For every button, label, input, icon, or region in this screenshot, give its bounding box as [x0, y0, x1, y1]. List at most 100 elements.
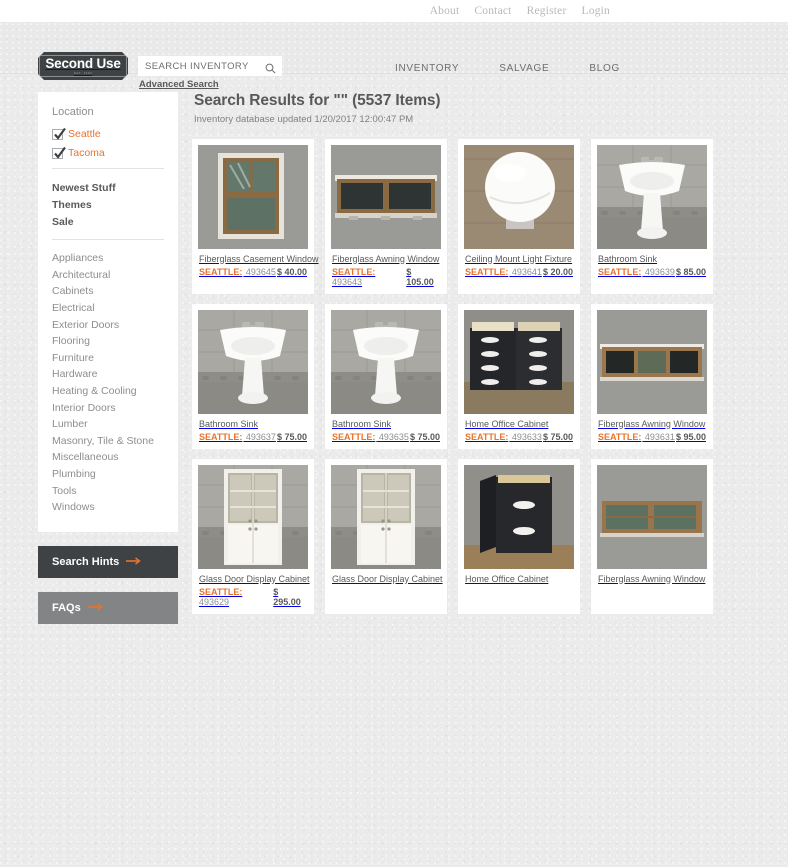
search-box[interactable]	[138, 56, 282, 76]
product-sku: 493637	[243, 432, 276, 442]
top-utility-bar: About Contact Register Login	[0, 0, 788, 22]
product-meta	[332, 587, 440, 597]
database-updated-text: Inventory database updated 1/20/2017 12:…	[194, 114, 414, 125]
product-city: SEATTLE:	[598, 267, 642, 277]
logo-subtext: EST. 1994	[73, 71, 93, 75]
sidebar-item-tools[interactable]: Tools	[38, 482, 178, 499]
product-sku: 493641	[509, 267, 542, 277]
sidebar-item-sale[interactable]: Sale	[38, 213, 178, 230]
product-card[interactable]: Bathroom Sink SEATTLE: 493635 $ 75.00	[325, 304, 447, 449]
sidebar-item-interior-doors[interactable]: Interior Doors	[38, 399, 178, 416]
product-meta: SEATTLE: 493641 $ 20.00	[465, 267, 573, 277]
check-icon	[54, 127, 66, 140]
sidebar-item-lumber[interactable]: Lumber	[38, 416, 178, 433]
product-location-sku	[332, 587, 333, 597]
product-card[interactable]: Home Office Cabinet	[458, 459, 580, 614]
checkbox-seattle[interactable]	[52, 127, 66, 140]
product-card[interactable]: Glass Door Display Cabinet SEATTLE: 4936…	[192, 459, 314, 614]
sidebar: Location Seattle Tacoma Newest Stuff The…	[38, 92, 178, 624]
site-logo[interactable]: Second Use EST. 1994	[38, 52, 128, 80]
product-card[interactable]: Bathroom Sink SEATTLE: 493637 $ 75.00	[192, 304, 314, 449]
product-title: Home Office Cabinet	[465, 574, 549, 584]
product-sku: 493631	[642, 432, 675, 442]
search-input[interactable]	[145, 60, 255, 72]
product-image	[198, 310, 308, 414]
product-image	[331, 465, 441, 569]
product-card[interactable]: Fiberglass Awning Window SEATTLE: 493631…	[591, 304, 713, 449]
product-image	[331, 310, 441, 414]
sidebar-item-themes[interactable]: Themes	[38, 196, 178, 213]
topnav-item-contact[interactable]: Contact	[474, 5, 511, 17]
sidebar-item-electrical[interactable]: Electrical	[38, 300, 178, 317]
product-city: SEATTLE:	[332, 432, 376, 442]
sidebar-item-exterior-doors[interactable]: Exterior Doors	[38, 316, 178, 333]
page-body: Location Seattle Tacoma Newest Stuff The…	[0, 74, 788, 624]
product-price: $ 85.00	[675, 267, 706, 277]
product-card[interactable]: Fiberglass Casement Window SEATTLE: 4936…	[192, 139, 319, 294]
product-location-sku: SEATTLE: 493645	[199, 267, 276, 277]
advanced-search-link[interactable]: Advanced Search	[139, 79, 282, 90]
product-sku: 493645	[243, 267, 276, 277]
product-price: $ 105.00	[406, 267, 434, 287]
search-hints-button[interactable]: Search Hints	[38, 545, 178, 578]
sidebar-filter-tacoma[interactable]: Tacoma	[38, 146, 178, 159]
product-city: SEATTLE:	[598, 432, 642, 442]
product-grid: Fiberglass Casement Window SEATTLE: 4936…	[192, 139, 770, 614]
product-card[interactable]: Fiberglass Awning Window	[591, 459, 713, 614]
product-price: $ 295.00	[273, 587, 301, 607]
sidebar-item-newest-stuff[interactable]: Newest Stuff	[38, 179, 178, 196]
product-card[interactable]: Bathroom Sink SEATTLE: 493639 $ 85.00	[591, 139, 713, 294]
sidebar-item-appliances[interactable]: Appliances	[38, 250, 178, 267]
sidebar-item-furniture[interactable]: Furniture	[38, 350, 178, 367]
sidebar-location-heading: Location	[52, 106, 94, 118]
faqs-label: FAQs	[52, 601, 81, 614]
sidebar-item-heating-cooling[interactable]: Heating & Cooling	[38, 383, 178, 400]
product-location-sku	[465, 587, 466, 597]
sidebar-item-windows[interactable]: Windows	[38, 499, 178, 516]
product-title: Fiberglass Awning Window	[598, 574, 706, 584]
sidebar-item-cabinets[interactable]: Cabinets	[38, 283, 178, 300]
product-card[interactable]: Fiberglass Awning Window SEATTLE: 493643…	[325, 139, 447, 294]
product-city: SEATTLE:	[332, 267, 376, 277]
checkbox-tacoma[interactable]	[52, 146, 66, 159]
product-card[interactable]: Ceiling Mount Light Fixture SEATTLE: 493…	[458, 139, 580, 294]
sidebar-item-plumbing[interactable]: Plumbing	[38, 466, 178, 483]
nav-item-salvage[interactable]: SALVAGE	[499, 63, 549, 74]
product-meta: SEATTLE: 493633 $ 75.00	[465, 432, 573, 442]
logo-text: Second Use	[45, 56, 121, 71]
product-location-sku: SEATTLE: 493639	[598, 267, 675, 277]
topnav-item-about[interactable]: About	[430, 5, 460, 17]
sidebar-item-hardware[interactable]: Hardware	[38, 366, 178, 383]
product-card[interactable]: Home Office Cabinet SEATTLE: 493633 $ 75…	[458, 304, 580, 449]
product-meta: SEATTLE: 493645 $ 40.00	[199, 267, 307, 277]
product-sku: 493629	[199, 597, 230, 607]
topnav-item-login[interactable]: Login	[582, 5, 610, 17]
sidebar-item-miscellaneous[interactable]: Miscellaneous	[38, 449, 178, 466]
product-title: Fiberglass Awning Window	[332, 254, 440, 264]
sidebar-item-masonry-tile-stone[interactable]: Masonry, Tile & Stone	[38, 433, 178, 450]
product-image	[597, 145, 707, 249]
page-title: Search Results for "" (5537 Items)	[194, 92, 441, 109]
product-price: $ 95.00	[675, 432, 706, 442]
product-meta: SEATTLE: 493639 $ 85.00	[598, 267, 706, 277]
sidebar-item-architectural[interactable]: Architectural	[38, 267, 178, 284]
main-navigation: INVENTORY SALVAGE BLOG	[395, 63, 620, 74]
faqs-button[interactable]: FAQs	[38, 591, 178, 624]
product-sku: 493639	[642, 267, 675, 277]
search-icon[interactable]	[265, 61, 276, 74]
product-image	[198, 145, 308, 249]
product-location-sku: SEATTLE: 493635	[332, 432, 409, 442]
arrow-right-icon	[126, 556, 142, 568]
sidebar-filter-seattle[interactable]: Seattle	[38, 127, 178, 140]
product-card[interactable]: Glass Door Display Cabinet	[325, 459, 447, 614]
nav-item-inventory[interactable]: INVENTORY	[395, 63, 459, 74]
nav-item-blog[interactable]: BLOG	[589, 63, 620, 74]
topnav-item-register[interactable]: Register	[527, 5, 567, 17]
product-meta: SEATTLE: 493637 $ 75.00	[199, 432, 307, 442]
product-image	[198, 465, 308, 569]
product-meta: SEATTLE: 493635 $ 75.00	[332, 432, 440, 442]
sidebar-item-flooring[interactable]: Flooring	[38, 333, 178, 350]
product-price: $ 75.00	[542, 432, 573, 442]
product-location-sku: SEATTLE: 493643	[332, 267, 406, 287]
search-area: Advanced Search	[138, 56, 282, 90]
